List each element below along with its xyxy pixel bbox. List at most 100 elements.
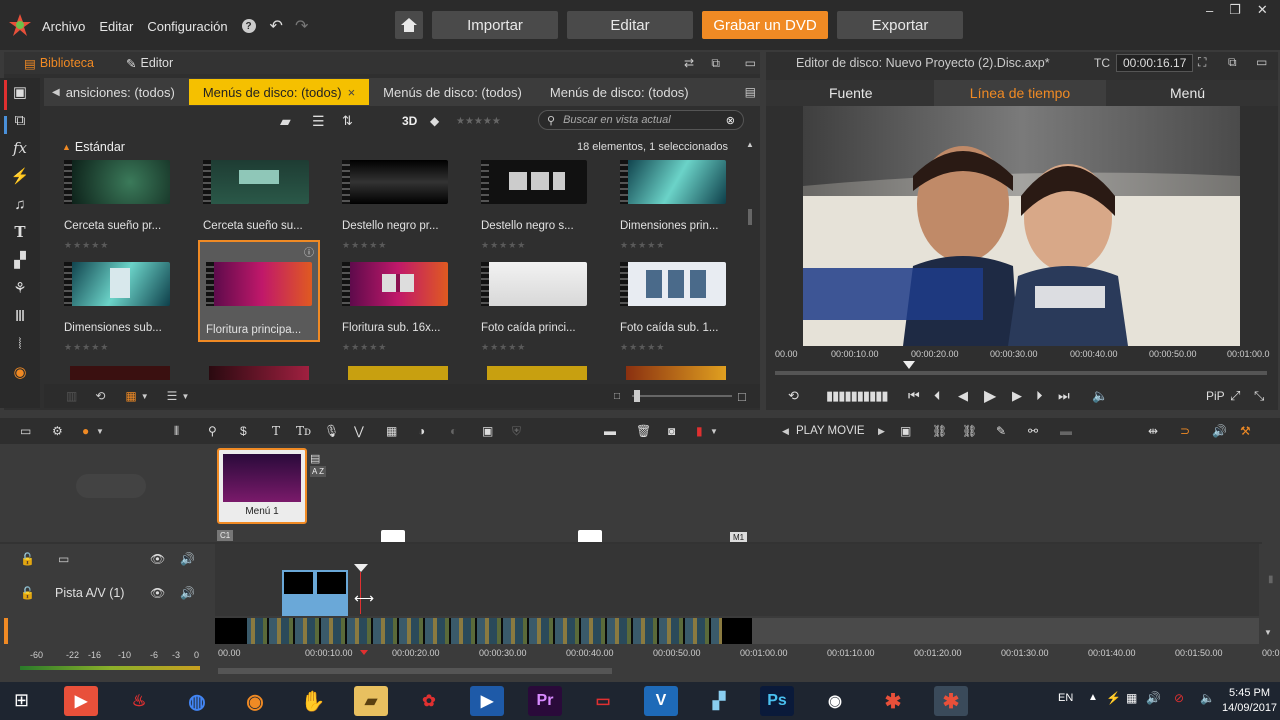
black-clip[interactable] [722,618,752,644]
info-icon[interactable]: ⓘ [304,244,314,259]
tab-disc-menus-2[interactable]: Menús de disco: (todos) [369,79,536,105]
thumb-rating[interactable]: ★★★★★ [481,240,526,251]
tab-source[interactable]: Fuente [829,85,873,101]
transition-icon[interactable]: ⚡ [0,162,40,190]
menu-configuracion[interactable]: Configuración [147,19,227,34]
scroll-up-icon[interactable]: ▲ [746,140,754,149]
taskbar-app-pinnacle-icon[interactable]: ✱ [876,686,910,716]
settings-gear-icon[interactable]: ⚙ [52,424,63,438]
thumb-rating[interactable]: ★★★★★ [64,240,109,251]
thumb-rating[interactable]: ★★★★★ [342,240,387,251]
prev-frame-icon[interactable]: ⏴ [934,388,941,404]
play-movie-label[interactable]: PLAY MOVIE [796,425,865,437]
home-button[interactable] [395,11,423,39]
jog-wheel[interactable]: ▮▮▮▮▮▮▮▮▮▮ [826,388,889,404]
menu-thumb-8[interactable]: Floritura sub. 16x... ★★★★★ [342,262,460,360]
zoom-fit-icon[interactable]: ⇹ [1148,424,1158,438]
menu-link-icon[interactable]: ⚯ [1028,424,1038,438]
audio-scrub-icon[interactable]: 🔊 [1212,424,1227,438]
fullscreen-icon[interactable]: ⛶ [1198,55,1206,70]
montage-icon[interactable]: ▞ [0,246,40,274]
close-tab-icon[interactable]: × [348,85,356,100]
taskbar-app-pinnacle-active-icon[interactable]: ✱ [934,686,968,716]
eye-icon[interactable]: 👁 [150,552,165,566]
trash-icon[interactable]: 🗑 [636,424,651,438]
step-back-icon[interactable]: ◀ [958,388,968,404]
record-icon[interactable]: ◉ [0,358,40,386]
menu-thumb-1[interactable]: Cerceta sueño pr... ★★★★★ [64,160,182,258]
menu-thumb-12[interactable] [209,366,309,380]
sound-effects-icon[interactable]: ⚘ [0,274,40,302]
taskbar-app-chrome-icon[interactable]: ◍ [180,686,214,716]
thumb-rating[interactable]: ★★★★★ [620,342,665,353]
pip-label[interactable]: PiP [1206,389,1225,403]
lock-icon[interactable]: 🔓 [20,586,35,600]
taskbar-app-v-icon[interactable]: V [644,686,678,716]
tag-icon[interactable]: ◆ [430,114,439,128]
disc-menu-view-icon[interactable]: ▣ [900,424,911,438]
grid-view-dropdown-icon[interactable]: ▼ [141,392,149,401]
timecode-field[interactable]: 00:00:16.17 [1116,54,1194,72]
track-scrollbar[interactable]: ▮ [1268,574,1274,585]
taskbar-app-photoshop-icon[interactable]: Ps [760,686,794,716]
grid-view-icon[interactable]: ▦ [125,389,136,403]
menu-thumb-6[interactable]: Dimensiones sub... ★★★★★ [64,262,182,360]
menu-thumb-11[interactable] [70,366,170,380]
tab-transitions[interactable]: ansiciones: (todos) [60,79,189,105]
language-indicator[interactable]: EN [1058,692,1073,704]
taskbar-app-premiere-icon[interactable]: Pr [528,686,562,716]
menu-clip[interactable]: Menú 1 [217,448,307,524]
storyboard-icon[interactable]: ▬ [604,424,616,438]
edit-button[interactable]: Editar [567,11,693,39]
search-input[interactable]: Buscar en vista actual [563,114,671,126]
timeline-scrollbar[interactable] [218,668,612,674]
marker-icon[interactable]: ⋁ [354,424,364,438]
effect-icon[interactable]: ◐ [450,424,457,438]
remove-link-icon[interactable]: ▬ [1060,424,1072,438]
clear-search-icon[interactable]: ⊗ [726,114,735,127]
menu-archivo[interactable]: Archivo [42,19,85,34]
audio-mixer-icon[interactable]: ⫴ [174,424,179,439]
clock[interactable]: 5:45 PM 14/09/2017 [1222,686,1277,716]
ruler-playhead-icon[interactable] [360,650,368,655]
thumb-rating[interactable]: ★★★★★ [481,342,526,353]
volume-icon[interactable]: 🔈 [1092,388,1108,404]
tab-disc-menus-3[interactable]: Menús de disco: (todos) [536,79,703,105]
shield-icon[interactable]: ⛨ [512,424,521,439]
marker-red-icon[interactable]: ▮ [696,424,703,438]
eye-icon[interactable]: 👁 [150,586,165,600]
taskbar-app-game-icon[interactable]: ✿ [412,686,446,716]
windows-start-icon[interactable]: ⊞ [14,690,29,711]
redo-icon[interactable]: ↷ [295,16,308,36]
add-menu-icon[interactable]: ▤ [310,452,320,465]
mic-icon[interactable]: 🎙 [324,424,339,438]
auto-chapter-icon[interactable]: ✎ [996,424,1006,438]
sort-az-button[interactable]: A Z [310,466,327,477]
snapshot-icon[interactable]: ◙ [668,424,675,438]
preview-video[interactable] [803,106,1240,346]
chart-icon[interactable]: ▣ [482,424,493,438]
tab-menu[interactable]: Menú [1170,85,1205,101]
next-frame-icon[interactable]: ⏵ [1036,388,1043,404]
fit-icon[interactable]: ⤡ [1254,388,1264,404]
smart-tool-icon[interactable]: ⚒ [1240,424,1251,438]
track-name[interactable]: Pista A/V (1) [55,586,124,600]
go-start-icon[interactable]: ⏮ [908,388,920,404]
zoom-slider-handle[interactable] [634,390,640,402]
zoom-small-icon[interactable]: □ [614,391,620,402]
clip-selection[interactable] [282,570,348,616]
refresh-icon[interactable]: ⟲ [95,389,105,403]
sort-icon[interactable]: ⇅ [342,113,353,129]
lock-icon[interactable]: 🔓 [20,552,35,566]
taskbar-app-firefox-icon[interactable]: ◉ [238,686,272,716]
timeline-playhead-icon[interactable] [354,564,368,572]
close-icon[interactable]: ✕ [1257,2,1268,18]
unlink-menu-icon[interactable]: ⛓ [962,424,977,438]
play-movie-prev-icon[interactable]: ◀ [782,426,789,437]
chapter-c1[interactable]: C1 [217,530,234,541]
thumb-rating[interactable]: ★★★★★ [342,342,387,353]
tabs-menu-icon[interactable]: ▤ [745,85,756,99]
menu-thumb-7-selected[interactable]: ⓘ Floritura principa... [198,240,320,342]
taskbar-app-acrobat-icon[interactable]: ♨ [122,686,156,716]
burn-dvd-button[interactable]: Grabar un DVD [702,11,828,39]
